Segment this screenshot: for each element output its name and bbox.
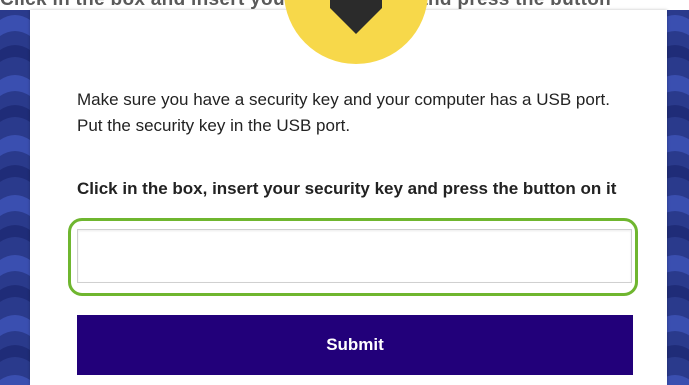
badge [284, 0, 428, 64]
security-key-input[interactable] [77, 229, 632, 283]
security-key-card: Make sure you have a security key and yo… [30, 0, 667, 385]
instructions-text: Make sure you have a security key and yo… [77, 90, 610, 135]
security-key-page: Click in the box and insert your securit… [0, 0, 689, 385]
shield-icon [330, 0, 382, 34]
submit-button[interactable]: Submit [77, 315, 633, 375]
security-key-field-label: Click in the box, insert your security k… [77, 179, 617, 198]
